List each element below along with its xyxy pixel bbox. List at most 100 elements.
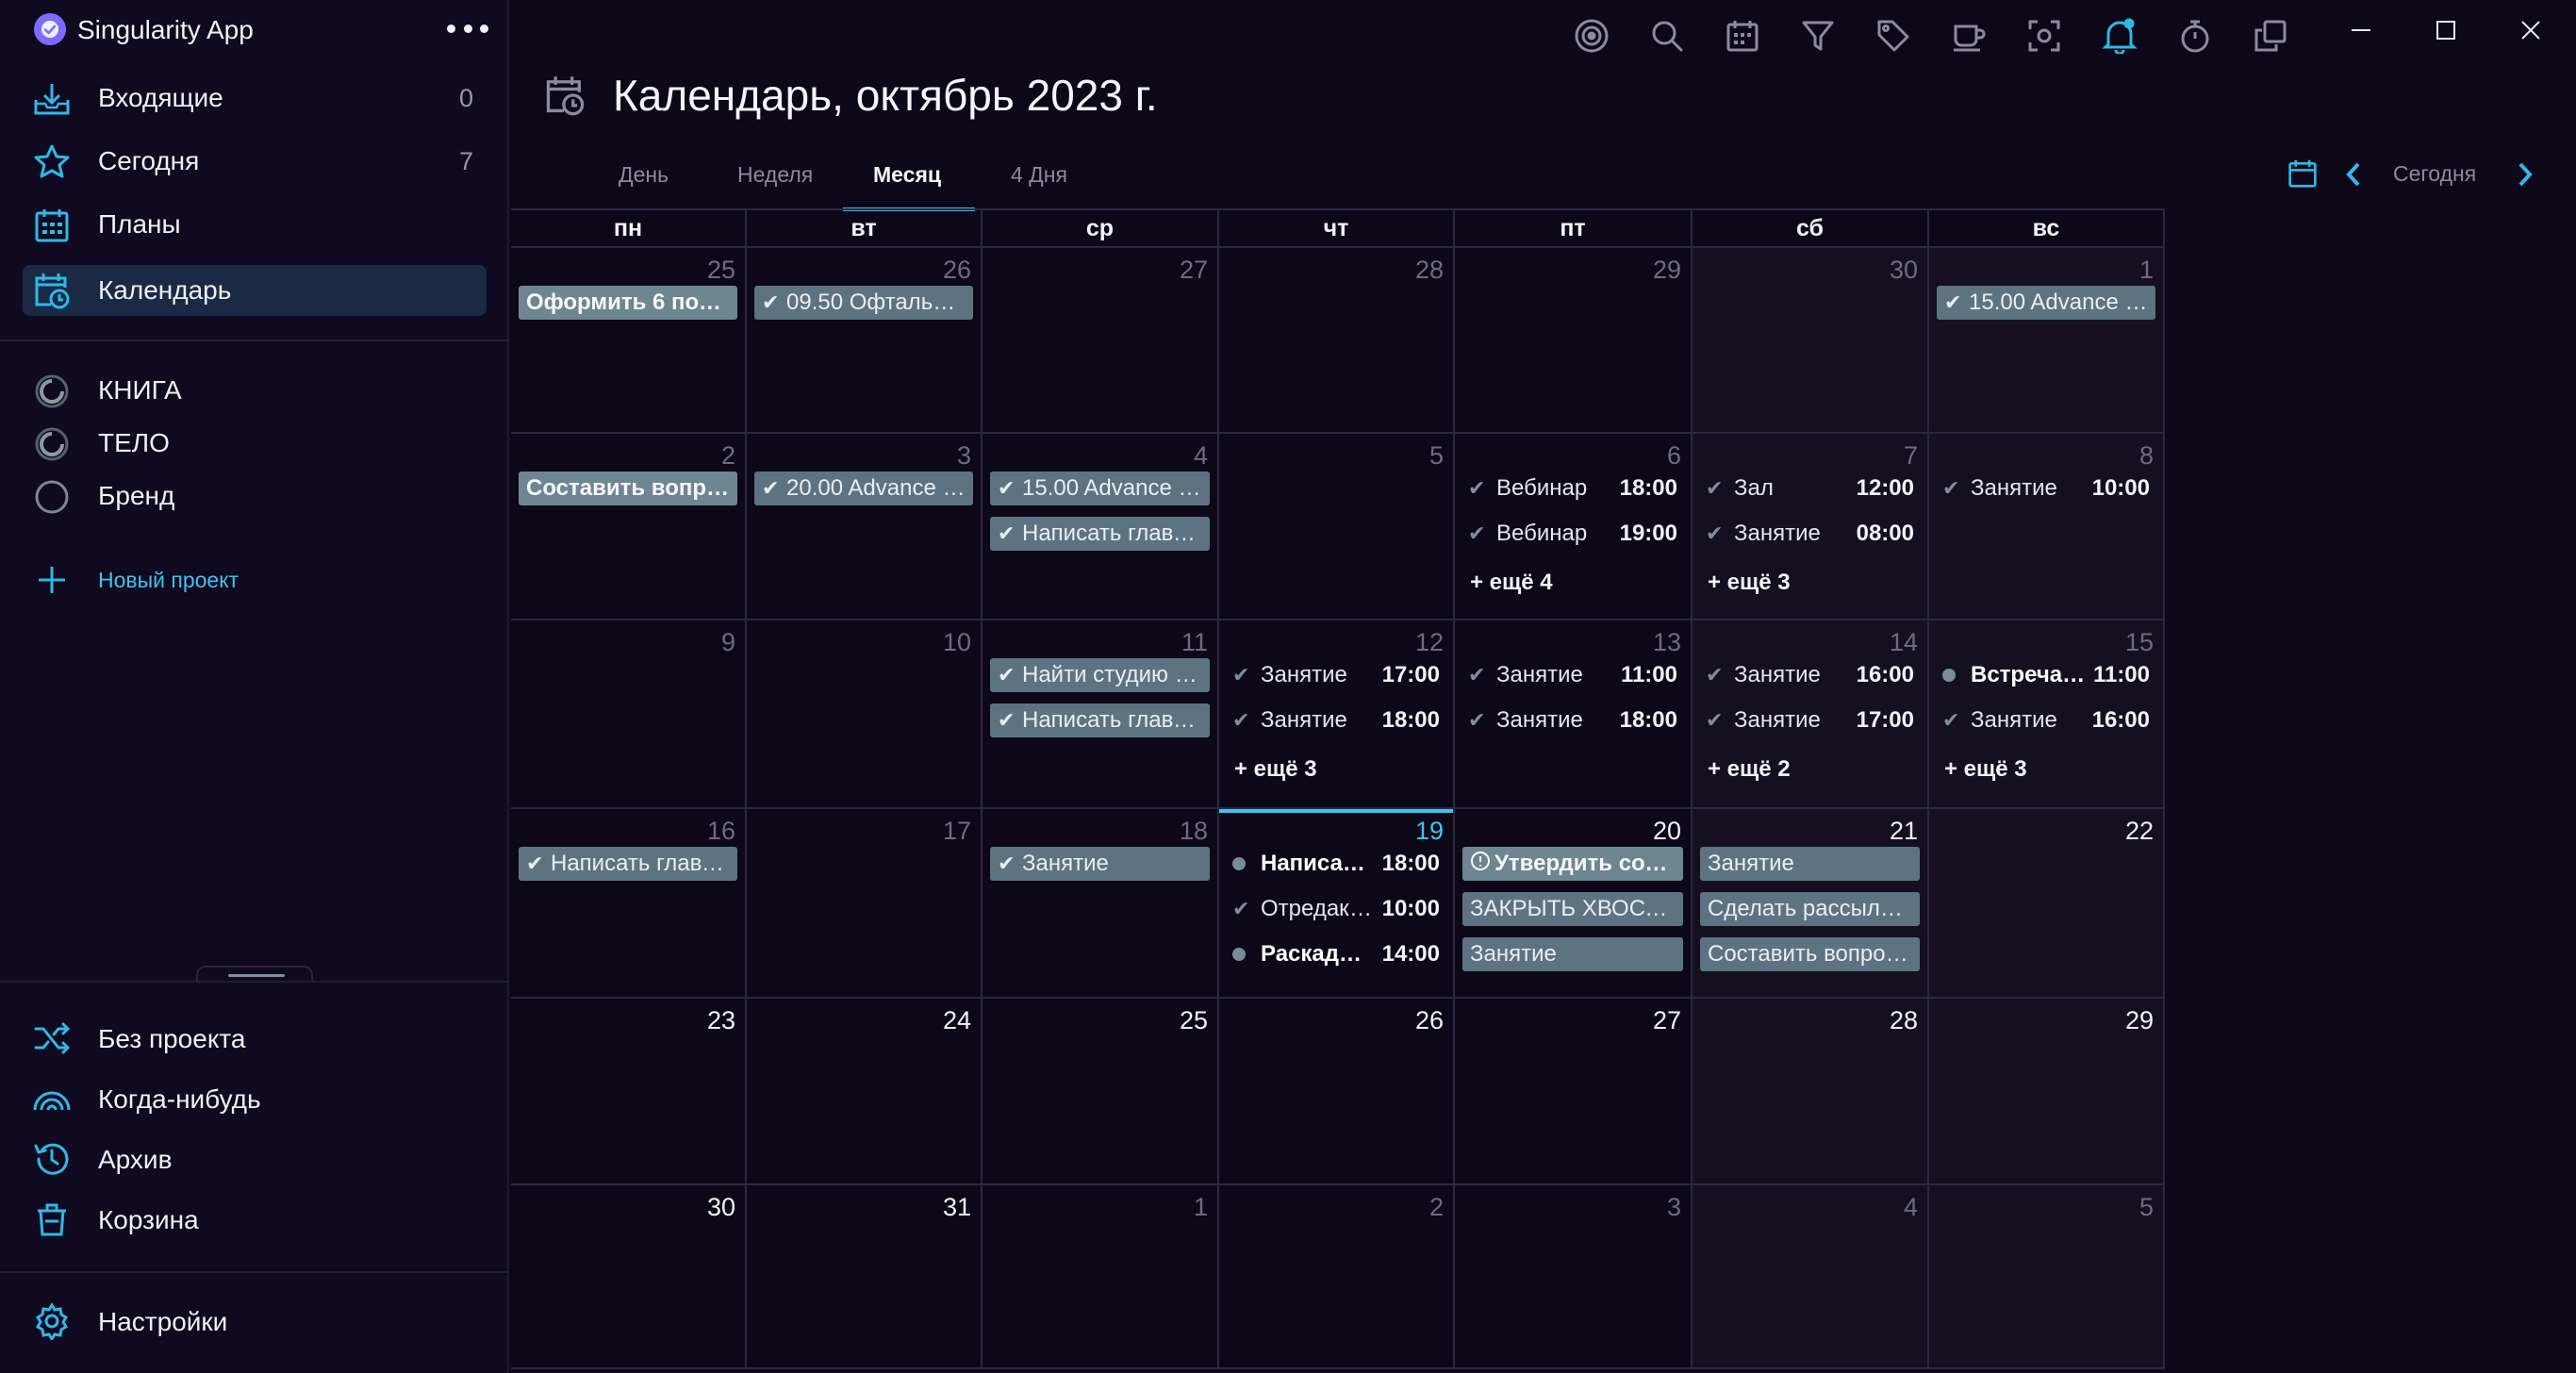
event-bar[interactable]: ✔ Занятие	[990, 847, 1210, 881]
timed-event[interactable]: ✔ Отредактиро...10:00	[1232, 892, 1440, 926]
event-bar[interactable]: Составить вопросник...	[519, 471, 737, 505]
tab-day[interactable]: День	[619, 162, 669, 188]
tab-month[interactable]: Месяц	[873, 162, 941, 188]
more-events-link[interactable]: + ещё 3	[1944, 756, 2027, 783]
project-item-telo[interactable]: ТЕЛО	[0, 422, 509, 464]
timed-event[interactable]: ✔ Зал 12:00	[1706, 471, 1914, 505]
scan-icon[interactable]	[2023, 15, 2065, 57]
sidebar-item-archive[interactable]: Архив	[0, 1137, 509, 1181]
sidebar-item-inbox[interactable]: Входящие 0	[0, 75, 509, 123]
day-cell[interactable]: 12 ✔ Занятие 17:00 ✔ Занятие 18:00 + ещё 3	[1219, 620, 1455, 809]
timed-event[interactable]: ✔ Занятие 18:00	[1232, 703, 1440, 737]
day-cell[interactable]: 25 Оформить 6 постов п...	[511, 248, 747, 434]
coffee-icon[interactable]	[1948, 15, 1990, 57]
timed-event[interactable]: ✔ Занятие 11:00	[1468, 658, 1677, 692]
new-project-button[interactable]: Новый проект	[0, 558, 509, 600]
day-cell[interactable]: 18 ✔ Занятие	[983, 809, 1219, 999]
event-bar[interactable]: ✔Написать главу пр...	[990, 703, 1210, 737]
day-cell[interactable]: 7 ✔ Зал 12:00 ✔ Занятие 08:00 + ещё 3	[1693, 434, 1929, 620]
day-cell[interactable]: 1 ✔ 15.00 Advance Про...	[1929, 248, 2165, 434]
day-cell[interactable]: 23	[511, 999, 747, 1185]
day-cell[interactable]: 2	[1219, 1185, 1455, 1369]
next-month-icon[interactable]	[2516, 160, 2542, 190]
event-bar[interactable]: Сделать рассылку по...	[1700, 892, 1920, 926]
timed-event[interactable]: Написать гл...18:00	[1232, 847, 1440, 881]
event-bar[interactable]: Занятие	[1700, 847, 1920, 881]
timed-event[interactable]: ✔ Занятие 17:00	[1706, 703, 1914, 737]
timed-event[interactable]: ✔ Вебинар 18:00	[1468, 471, 1677, 505]
event-bar[interactable]: ✔20.00 Advance Кон...	[754, 471, 973, 505]
copy-icon[interactable]	[2250, 15, 2291, 57]
sidebar-item-someday[interactable]: Когда-нибудь	[0, 1077, 509, 1120]
day-cell[interactable]: 29	[1929, 999, 2165, 1185]
day-cell[interactable]: 6 ✔ Вебинар 18:00 ✔ Вебинар 19:00 + ещё 4	[1455, 434, 1693, 620]
day-cell[interactable]: 24	[747, 999, 983, 1185]
day-cell[interactable]: 30	[1693, 248, 1929, 434]
day-cell[interactable]: 4	[1693, 1185, 1929, 1369]
day-cell[interactable]: 8 ✔ Занятие 10:00	[1929, 434, 2165, 620]
sidebar-item-settings[interactable]: Настройки	[0, 1299, 509, 1343]
day-cell[interactable]: 19Написать гл...18:00✔Отредактиро...10:0…	[1219, 809, 1455, 999]
day-cell[interactable]: 21 Занятие Сделать рассылку по... Составить…	[1693, 809, 1929, 999]
event-bar[interactable]: Составить вопросы п...	[1700, 937, 1920, 971]
event-bar[interactable]: Оформить 6 постов п...	[519, 286, 737, 320]
focus-icon[interactable]	[1571, 15, 1612, 57]
day-cell[interactable]: 5	[1219, 434, 1455, 620]
day-cell[interactable]: 30	[511, 1185, 747, 1369]
timed-event[interactable]: Раскадровка...14:00	[1232, 937, 1440, 971]
day-cell[interactable]: 13 ✔ Занятие 11:00 ✔ Занятие 18:00	[1455, 620, 1693, 809]
close-icon[interactable]	[2510, 9, 2551, 51]
event-bar[interactable]: ✔ Найти студию для ...	[990, 658, 1210, 692]
sidebar-item-trash[interactable]: Корзина	[0, 1198, 509, 1241]
event-bar[interactable]: ✔09.50 Офтальмол...	[754, 286, 973, 320]
day-cell[interactable]: 2 Составить вопросник...	[511, 434, 747, 620]
day-cell[interactable]: 3✔20.00 Advance Кон...	[747, 434, 983, 620]
timed-event[interactable]: ✔ Занятие 17:00	[1232, 658, 1440, 692]
event-bar[interactable]: Утвердить содер...	[1462, 847, 1683, 881]
day-cell[interactable]: 20 Утвердить содер... ЗАКРЫТЬ ХВОСТЫ Заняти…	[1455, 809, 1693, 999]
day-cell[interactable]: 11✔Найти студию для ...✔Написать главу п…	[983, 620, 1219, 809]
more-events-link[interactable]: + ещё 3	[1708, 570, 1791, 596]
day-cell[interactable]: 4✔15.00 Advance Как...✔Написать главу пр…	[983, 434, 1219, 620]
more-events-link[interactable]: + ещё 2	[1708, 756, 1791, 783]
event-bar[interactable]: ✔Написать главу пр...	[990, 517, 1210, 551]
more-events-link[interactable]: + ещё 3	[1234, 756, 1317, 783]
event-bar[interactable]: ✔ 15.00 Advance Про...	[1937, 286, 2155, 320]
event-bar[interactable]: ЗАКРЫТЬ ХВОСТЫ	[1462, 892, 1683, 926]
day-cell[interactable]: 15Встреча с смм11:00✔Занятие16:00+ ещё 3	[1929, 620, 2165, 809]
event-bar[interactable]: ✔15.00 Advance Как...	[990, 471, 1210, 505]
timed-event[interactable]: ✔ Занятие 08:00	[1706, 517, 1914, 551]
stopwatch-icon[interactable]	[2174, 15, 2216, 57]
sidebar-item-plans[interactable]: Планы	[0, 202, 509, 249]
timed-event[interactable]: ✔ Занятие 10:00	[1942, 471, 2150, 505]
filter-icon[interactable]	[1797, 15, 1839, 57]
day-cell[interactable]: 10	[747, 620, 983, 809]
project-item-kniga[interactable]: КНИГА	[0, 370, 509, 411]
day-cell[interactable]: 26	[1219, 999, 1455, 1185]
timed-event[interactable]: ✔ Занятие 16:00	[1706, 658, 1914, 692]
day-cell[interactable]: 25	[983, 999, 1219, 1185]
event-bar[interactable]: ✔Написать главу пр...	[519, 847, 737, 881]
day-cell[interactable]: 28	[1693, 999, 1929, 1185]
today-button[interactable]: Сегодня	[2393, 161, 2476, 187]
tab-week[interactable]: Неделя	[737, 162, 813, 188]
day-cell[interactable]: 16 ✔ Написать главу пр...	[511, 809, 747, 999]
minimize-icon[interactable]	[2340, 9, 2382, 51]
more-menu-icon[interactable]	[447, 15, 488, 41]
day-cell[interactable]: 14 ✔ Занятие 16:00 ✔ Занятие 17:00 + ещё 2	[1693, 620, 1929, 809]
timed-event[interactable]: ✔ Вебинар 19:00	[1468, 517, 1677, 551]
maximize-icon[interactable]	[2425, 9, 2467, 51]
day-cell[interactable]: 28	[1219, 248, 1455, 434]
date-picker-icon[interactable]	[2287, 158, 2320, 190]
day-cell[interactable]: 3	[1455, 1185, 1693, 1369]
day-cell[interactable]: 29	[1455, 248, 1693, 434]
day-cell[interactable]: 9	[511, 620, 747, 809]
day-cell[interactable]: 31	[747, 1185, 983, 1369]
event-bar[interactable]: Занятие	[1462, 937, 1683, 971]
sidebar-item-today[interactable]: Сегодня 7	[0, 139, 509, 186]
timed-event[interactable]: ✔ Занятие 16:00	[1942, 703, 2150, 737]
tab-4-days[interactable]: 4 Дня	[1011, 162, 1067, 188]
day-cell[interactable]: 5	[1929, 1185, 2165, 1369]
project-item-brand[interactable]: Бренд	[0, 475, 509, 517]
sidebar-item-no-project[interactable]: Без проекта	[0, 1017, 509, 1060]
